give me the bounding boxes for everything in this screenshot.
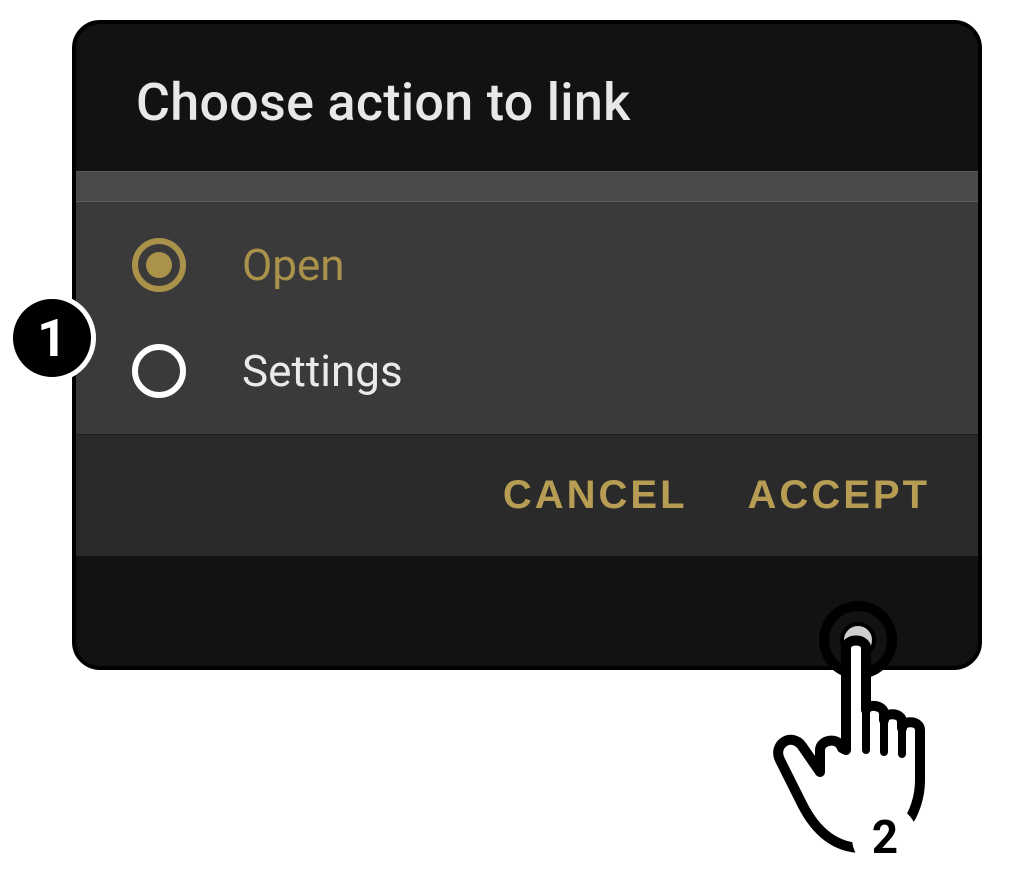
cancel-button[interactable]: CANCEL (503, 473, 688, 518)
dialog-choose-action: Choose action to link Open Settings CANC… (72, 20, 982, 670)
dialog-title: Choose action to link (136, 72, 918, 133)
callout-badge-1: 1 (8, 294, 96, 382)
dialog-header: Choose action to link (76, 24, 978, 171)
option-label-settings: Settings (242, 345, 403, 397)
option-label-open: Open (242, 239, 345, 291)
dialog-footer: CANCEL ACCEPT (76, 435, 978, 556)
dialog-body-strip (76, 172, 978, 202)
option-open[interactable]: Open (76, 212, 978, 318)
accept-button[interactable]: ACCEPT (748, 473, 930, 518)
options-list: Open Settings (76, 202, 978, 434)
radio-selected-icon (132, 238, 186, 292)
radio-unselected-icon (132, 344, 186, 398)
callout-badge-2: 2 (852, 805, 918, 871)
dialog-body: Open Settings (76, 171, 978, 435)
option-settings[interactable]: Settings (76, 318, 978, 424)
